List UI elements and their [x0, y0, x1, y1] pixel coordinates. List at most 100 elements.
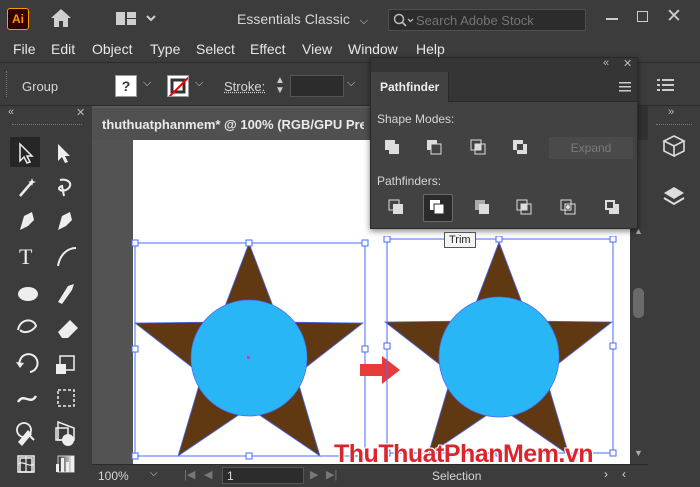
tooltip: Trim — [444, 232, 476, 248]
menu-effect[interactable]: Effect — [250, 41, 286, 57]
chevron-down-icon: ⌵ — [359, 15, 369, 27]
stroke-weight-input[interactable] — [290, 75, 344, 97]
type-tool-icon: T — [19, 244, 33, 269]
last-artboard-button[interactable]: ▶| — [326, 468, 337, 481]
tool-icons-lower[interactable] — [14, 420, 84, 478]
close-panel-icon[interactable]: ✕ — [76, 106, 85, 119]
pathfinder-tab[interactable]: Pathfinder — [371, 72, 449, 102]
menu-object[interactable]: Object — [92, 41, 132, 57]
curvature-tool-icon — [58, 212, 72, 230]
column-graph-icon — [56, 464, 59, 472]
eyedropper-icon — [18, 430, 32, 446]
scroll-thumb[interactable] — [633, 288, 644, 318]
app-logo: Ai — [7, 8, 29, 30]
search-icon — [393, 13, 415, 29]
grip-handle — [6, 71, 9, 97]
chevron-down-icon[interactable]: ⌵ — [143, 77, 151, 90]
collapse-panel-icon[interactable]: « — [603, 57, 609, 69]
width-tool-icon — [16, 395, 38, 403]
right-panel-dock: » — [648, 106, 700, 487]
shaper-tool-icon — [17, 319, 38, 334]
align-panel-icon[interactable] — [657, 77, 675, 93]
chevron-down-icon[interactable]: ⌵ — [150, 468, 158, 479]
collapse-panel-icon[interactable]: « — [8, 106, 14, 118]
divide-button[interactable] — [381, 194, 411, 222]
search-field[interactable] — [388, 9, 586, 31]
panel-header-strip[interactable]: « ✕ — [371, 57, 637, 72]
fill-swatch[interactable]: ? — [115, 75, 137, 97]
trim-button[interactable] — [423, 194, 453, 222]
center-point-left — [247, 356, 250, 359]
artboard-number-field[interactable]: 1 — [222, 467, 304, 484]
minimize-button[interactable] — [606, 18, 618, 20]
workspace-switcher[interactable]: Essentials Classic ⌵ — [237, 11, 368, 28]
stroke-swatch[interactable] — [167, 75, 189, 97]
layers-panel-icon[interactable] — [662, 184, 686, 208]
chevron-right-icon[interactable]: › — [604, 467, 608, 481]
lasso-icon — [58, 178, 72, 197]
pathfinder-panel: « ✕ Pathfinder Shape Modes: Expand Pathf… — [370, 57, 638, 229]
search-input[interactable] — [416, 12, 580, 28]
magic-wand-icon — [19, 181, 33, 197]
chevron-down-icon[interactable]: ⌵ — [195, 77, 203, 90]
circle-shape-right — [438, 296, 560, 418]
minus-back-button[interactable] — [597, 194, 627, 222]
menu-type[interactable]: Type — [150, 41, 180, 57]
paintbrush-icon — [58, 284, 74, 304]
menu-view[interactable]: View — [302, 41, 332, 57]
outline-button[interactable] — [553, 194, 583, 222]
close-panel-icon[interactable]: ✕ — [623, 57, 632, 70]
crop-button[interactable] — [509, 194, 539, 222]
home-icon[interactable] — [50, 8, 72, 28]
pen-tool-icon — [20, 212, 34, 230]
exclude-button[interactable] — [505, 134, 535, 162]
expand-button[interactable]: Expand — [549, 137, 633, 159]
direction-arrow — [360, 356, 400, 384]
pathfinders-label: Pathfinders: — [377, 174, 442, 188]
first-artboard-button[interactable]: |◀ — [184, 468, 195, 481]
intersect-button[interactable] — [463, 134, 493, 162]
menu-file[interactable]: File — [13, 41, 36, 57]
unite-button[interactable] — [377, 134, 407, 162]
previous-artboard-button[interactable]: ◀ — [204, 468, 212, 481]
status-bar: 100% ⌵ |◀ ◀ 1 ▶ ▶| Selection › ‹ — [92, 464, 648, 487]
restore-button[interactable] — [637, 11, 648, 22]
panel-title: Pathfinder — [380, 80, 440, 94]
expand-label: Expand — [570, 141, 612, 155]
stroke-stepper[interactable]: ▲ ▼ — [272, 76, 288, 98]
collapse-panel-icon[interactable]: » — [668, 106, 674, 118]
next-artboard-button[interactable]: ▶ — [310, 468, 318, 481]
artwork-layer[interactable] — [130, 236, 620, 464]
minus-front-button[interactable] — [419, 134, 449, 162]
panel-menu-icon[interactable] — [619, 82, 631, 92]
workspace-label: Essentials Classic — [237, 11, 350, 27]
merge-button[interactable] — [467, 194, 497, 222]
selection-type-label: Group — [22, 79, 59, 94]
menu-help[interactable]: Help — [416, 41, 445, 57]
document-tab[interactable]: thuthuatphanmem* @ 100% (RGB/GPU Previ — [92, 106, 370, 140]
menu-select[interactable]: Select — [196, 41, 235, 57]
arc-tool-icon — [57, 247, 77, 267]
free-transform-icon — [57, 389, 75, 407]
eraser-icon — [58, 320, 78, 338]
chevron-down-icon[interactable]: ⌵ — [347, 77, 355, 90]
selection-tool-icon — [10, 137, 40, 167]
current-tool-label: Selection — [432, 469, 482, 483]
symbol-sprayer-icon — [19, 457, 33, 473]
close-window-button[interactable]: ✕ — [666, 5, 682, 28]
artboard-number: 1 — [227, 469, 234, 483]
menu-window[interactable]: Window — [348, 41, 398, 57]
scroll-down-arrow[interactable]: ▼ — [634, 448, 643, 458]
zoom-level[interactable]: 100% — [98, 469, 129, 483]
menu-edit[interactable]: Edit — [51, 41, 75, 57]
libraries-panel-icon[interactable] — [662, 134, 686, 158]
shape-modes-label: Shape Modes: — [377, 112, 455, 126]
title-bar: Ai Essentials Classic ⌵ ✕ — [0, 0, 700, 38]
direct-selection-tool-icon — [58, 144, 70, 163]
scroll-left-arrow[interactable]: ‹ — [622, 467, 626, 481]
document-title: thuthuatphanmem* @ 100% (RGB/GPU Previ — [102, 117, 364, 132]
stroke-label[interactable]: Stroke: — [224, 79, 265, 94]
ellipse-tool-icon — [18, 287, 38, 301]
arrange-documents-button[interactable] — [115, 10, 159, 28]
tooltip-text: Trim — [449, 234, 471, 246]
